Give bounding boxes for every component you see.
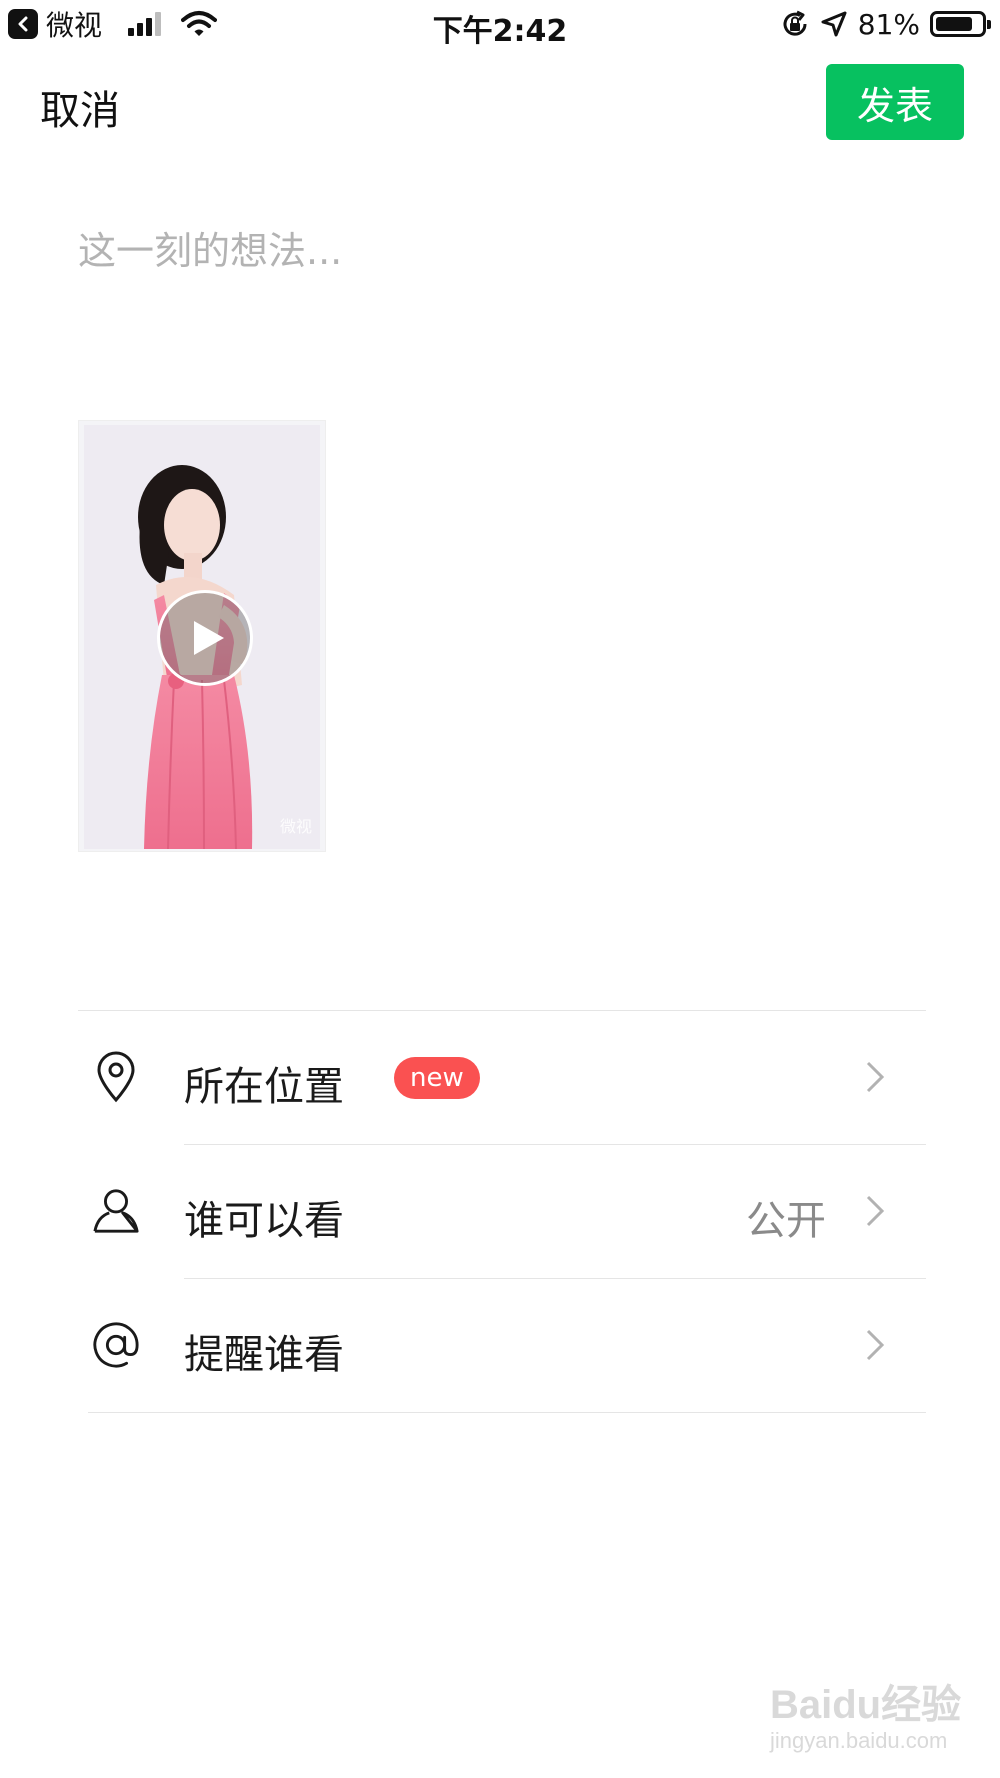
- play-button[interactable]: [157, 590, 253, 686]
- visibility-value: 公开: [746, 1198, 826, 1244]
- location-pin-icon: [92, 1050, 140, 1104]
- at-sign-icon: [92, 1318, 140, 1372]
- option-visibility-label: 谁可以看: [184, 1198, 344, 1244]
- option-location[interactable]: 所在位置 new: [78, 1010, 926, 1144]
- chevron-right-icon: [866, 1329, 885, 1361]
- status-right: 81%: [780, 6, 991, 42]
- video-thumbnail[interactable]: 微视: [78, 420, 326, 852]
- chevron-right-icon: [866, 1195, 885, 1227]
- option-location-label: 所在位置: [184, 1064, 344, 1110]
- divider-bottom: [88, 1412, 926, 1413]
- play-icon: [194, 621, 224, 655]
- publish-button[interactable]: 发表: [826, 64, 964, 140]
- cancel-button[interactable]: 取消: [40, 78, 120, 136]
- rotation-lock-icon: [783, 10, 807, 36]
- option-mention[interactable]: 提醒谁看: [78, 1278, 926, 1412]
- chevron-right-icon: [866, 1061, 885, 1093]
- new-badge: new: [394, 1057, 480, 1099]
- status-bar: 微视 下午2:42 81%: [0, 0, 1000, 50]
- baidu-watermark: Baidu经验: [770, 1683, 962, 1727]
- person-icon: [92, 1184, 140, 1238]
- option-mention-label: 提醒谁看: [184, 1332, 344, 1378]
- video-frame: 微视: [84, 425, 320, 849]
- option-visibility[interactable]: 谁可以看 公开: [78, 1144, 926, 1278]
- nav-bar: 取消 发表: [0, 50, 1000, 150]
- thought-input-placeholder[interactable]: 这一刻的想法...: [78, 220, 342, 275]
- baidu-watermark-url: jingyan.baidu.com: [770, 1728, 948, 1753]
- location-arrow-icon: [821, 11, 847, 37]
- video-watermark: 微视: [279, 817, 312, 836]
- battery-percent: 81%: [857, 7, 920, 41]
- battery-fill: [936, 17, 972, 31]
- battery-icon: [930, 11, 991, 37]
